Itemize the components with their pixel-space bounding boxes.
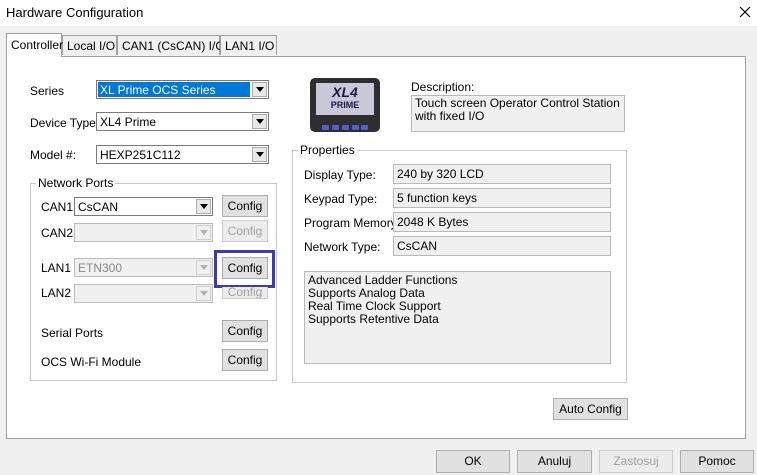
lan1-value: ETN300 (78, 261, 123, 275)
display-type-value: 240 by 320 LCD (397, 167, 484, 181)
display-type-label: Display Type: (304, 168, 376, 182)
chevron-down-icon (196, 225, 211, 240)
description-label: Description: (411, 80, 475, 94)
tab-can1-io[interactable]: CAN1 (CsCAN) I/O (117, 35, 225, 55)
features-box: Advanced Ladder Functions Supports Analo… (304, 271, 611, 364)
help-button[interactable]: Pomoc (680, 450, 754, 473)
properties-title: Properties (298, 143, 357, 157)
device-logo-line1: XL4 (332, 84, 358, 100)
auto-config-button[interactable]: Auto Config (553, 398, 628, 420)
ok-button[interactable]: OK (436, 450, 510, 473)
wifi-module-label: OCS Wi-Fi Module (41, 355, 142, 369)
cancel-button[interactable]: Anuluj (517, 450, 592, 473)
program-memory-label: Program Memory: (304, 216, 401, 230)
network-type-value: CsCAN (397, 239, 438, 253)
serial-config-button[interactable]: Config (222, 320, 268, 342)
lan1-label: LAN1 (41, 261, 72, 275)
device-type-value: XL4 Prime (100, 115, 157, 129)
keypad-type-label: Keypad Type: (304, 192, 378, 206)
lan2-label: LAN2 (41, 286, 72, 300)
feature-item: Supports Retentive Data (308, 312, 439, 326)
network-type-label: Network Type: (304, 240, 381, 254)
chevron-down-icon[interactable] (196, 199, 211, 214)
close-icon[interactable] (735, 2, 755, 22)
can2-config-button: Config (222, 220, 268, 242)
tab-lan1-io[interactable]: LAN1 I/O (220, 35, 277, 55)
tab-controller[interactable]: Controller (6, 33, 64, 57)
device-keys (322, 120, 368, 130)
device-image: XL4 PRIME (310, 78, 380, 132)
display-type-field: 240 by 320 LCD (393, 164, 611, 184)
can1-value: CsCAN (78, 200, 119, 214)
lan1-select[interactable]: ETN300 (74, 258, 213, 277)
chevron-down-icon (196, 260, 211, 275)
program-memory-value: 2048 K Bytes (397, 215, 469, 229)
features-list: Advanced Ladder Functions Supports Analo… (308, 274, 457, 326)
can2-label: CAN2 (41, 226, 74, 240)
model-select[interactable]: HEXP251C112 (96, 145, 269, 164)
series-select[interactable]: XL Prime OCS Series (96, 80, 269, 99)
network-type-field: CsCAN (393, 236, 611, 256)
window-title: Hardware Configuration (6, 5, 144, 20)
description-text: Touch screen Operator Control Station wi… (415, 96, 620, 123)
tab-can1-io-label: CAN1 (CsCAN) I/O (122, 39, 225, 53)
series-value: XL Prime OCS Series (100, 83, 216, 97)
lan2-config-button: Config (222, 287, 268, 299)
tab-controller-label: Controller (11, 38, 64, 52)
chevron-down-icon[interactable] (252, 147, 267, 162)
chevron-down-icon (196, 286, 211, 301)
tab-lan1-io-label: LAN1 I/O (225, 39, 275, 53)
chevron-down-icon[interactable] (252, 114, 267, 129)
highlight-box (214, 250, 275, 288)
description-box: Touch screen Operator Control Station wi… (411, 95, 625, 132)
tab-local-io[interactable]: Local I/O (62, 35, 117, 55)
program-memory-field: 2048 K Bytes (393, 212, 611, 232)
device-screen: XL4 PRIME (316, 83, 374, 115)
chevron-down-icon[interactable] (252, 82, 267, 97)
model-value: HEXP251C112 (100, 148, 181, 162)
model-label: Model #: (30, 148, 77, 162)
keypad-type-field: 5 function keys (393, 188, 611, 208)
lan2-select[interactable] (74, 284, 213, 303)
device-logo-line2: PRIME (330, 100, 360, 110)
can1-config-button[interactable]: Config (222, 195, 268, 217)
network-ports-title: Network Ports (36, 176, 116, 190)
can1-label: CAN1 (41, 200, 74, 214)
keypad-type-value: 5 function keys (397, 191, 478, 205)
title-bar: Hardware Configuration (0, 0, 757, 26)
series-selection: XL Prime OCS Series (98, 82, 250, 97)
tab-local-io-label: Local I/O (67, 39, 116, 53)
apply-button: Zastosuj (599, 450, 673, 473)
wifi-config-button[interactable]: Config (222, 349, 268, 371)
can1-select[interactable]: CsCAN (74, 197, 213, 216)
can2-select[interactable] (74, 223, 213, 242)
device-type-select[interactable]: XL4 Prime (96, 112, 269, 131)
device-type-label: Device Type (30, 116, 96, 130)
series-label: Series (30, 84, 65, 98)
serial-ports-label: Serial Ports (41, 326, 104, 340)
